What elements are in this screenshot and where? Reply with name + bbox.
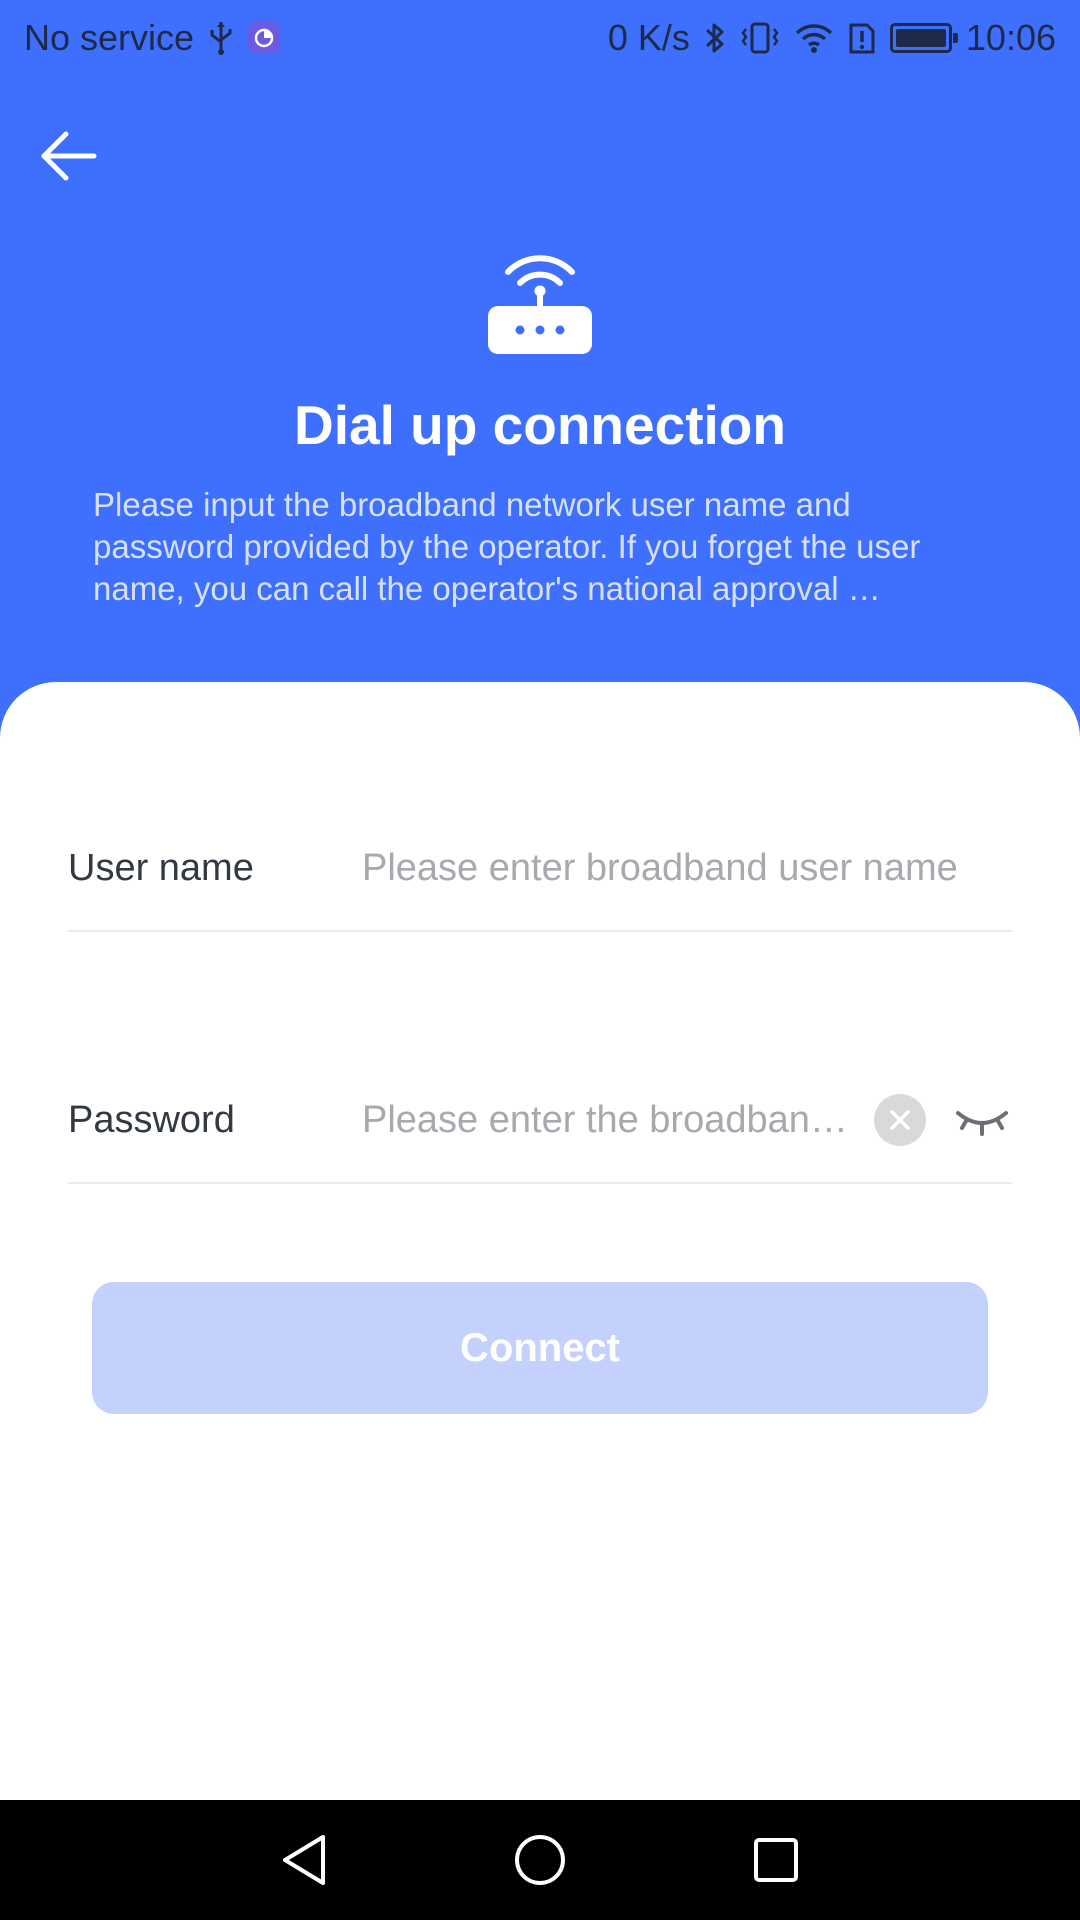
square-recents-icon: [754, 1838, 798, 1882]
usb-icon: [208, 20, 234, 56]
carrier-text: No service: [24, 17, 195, 58]
page-description: Please input the broadband network user …: [93, 486, 921, 607]
password-visibility-toggle[interactable]: [952, 1094, 1012, 1146]
close-icon: [890, 1110, 910, 1130]
nav-recents-button[interactable]: [746, 1830, 806, 1890]
page-title: Dial up connection: [294, 394, 786, 456]
password-row: Password: [68, 1058, 1012, 1184]
network-speed-text: 0 K/s: [607, 17, 690, 58]
nav-home-button[interactable]: [510, 1830, 570, 1890]
eye-closed-icon: [956, 1111, 1008, 1136]
status-bar-left: No service: [24, 17, 281, 59]
navigation-bar: [0, 1800, 1080, 1920]
status-bar-right: 0 K/s 10:06: [608, 17, 1056, 59]
router-icon: [484, 248, 596, 360]
form-card: User name Password: [0, 682, 1080, 1800]
connect-button[interactable]: Connect: [92, 1282, 988, 1414]
clear-password-button[interactable]: [874, 1094, 926, 1146]
status-bar: No service 0 K/s 10:06: [0, 0, 1080, 76]
back-button[interactable]: [36, 128, 102, 184]
back-arrow-icon: [41, 131, 97, 181]
username-label: User name: [68, 846, 254, 889]
battery-charging-icon: [889, 23, 958, 53]
clock-text: 10:06: [965, 17, 1056, 58]
alert-icon: [848, 21, 876, 55]
wifi-icon: [794, 21, 834, 55]
username-row: User name: [68, 806, 1012, 932]
circle-home-icon: [515, 1835, 565, 1885]
bluetooth-icon: [704, 20, 726, 56]
username-input[interactable]: [362, 838, 1012, 898]
password-input[interactable]: [362, 1090, 862, 1150]
app-notification-icon: [248, 22, 281, 54]
vibrate-icon: [740, 21, 780, 55]
screen: No service 0 K/s 10:06 Dial up connectio…: [0, 0, 1080, 1920]
password-label: Password: [68, 1098, 235, 1141]
triangle-back-icon: [283, 1835, 325, 1885]
nav-back-button[interactable]: [274, 1830, 334, 1890]
